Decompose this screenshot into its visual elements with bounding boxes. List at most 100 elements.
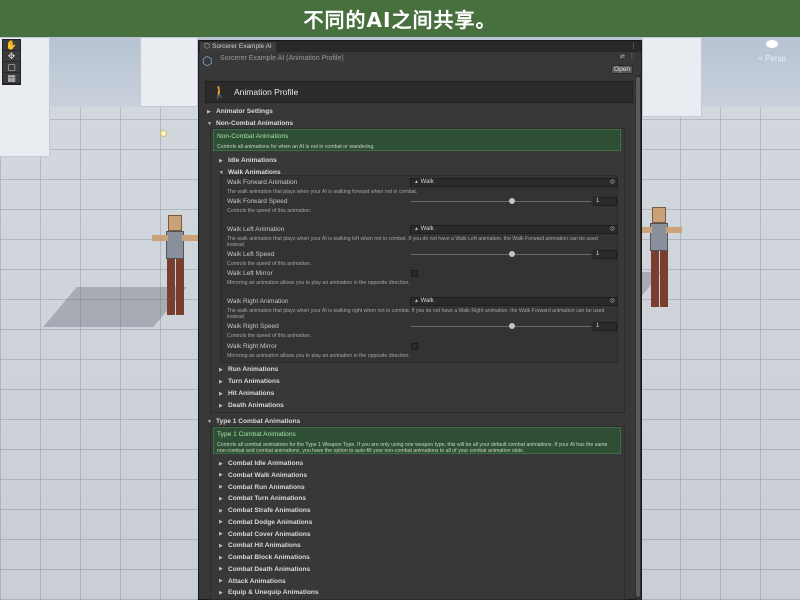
walk-left-animation-field[interactable]: ▲ Walk ◎ <box>410 225 618 234</box>
animation-clip-icon: ▲ <box>414 179 419 185</box>
foldout-combat-item[interactable]: ▶ Combat Block Animations <box>219 554 310 561</box>
foldout-hit[interactable]: ▶ Hit Animations <box>219 390 274 397</box>
walk-left-speed-input[interactable]: 1 <box>593 250 617 259</box>
chevron-right-icon: ▶ <box>219 157 223 164</box>
chevron-right-icon: ▶ <box>219 578 223 584</box>
foldout-non-combat[interactable]: ▼ Non-Combat Animations <box>207 120 293 127</box>
grid-tool-icon[interactable]: ▦ <box>3 73 20 84</box>
tab-label: Sorcerer Example AI <box>212 43 272 50</box>
walk-animations-box: Walk Forward Animation ▲ Walk ◎ The walk… <box>220 175 618 363</box>
info-box-title: Type 1 Combat Animations <box>217 431 296 438</box>
settings-icon[interactable]: ⇄ <box>620 53 625 60</box>
walk-right-mirror-checkbox[interactable] <box>411 343 418 350</box>
foldout-combat-item[interactable]: ▶ Combat Strafe Animations <box>219 507 311 514</box>
tab-bar: ⬡ Sorcerer Example AI <box>199 41 641 52</box>
field-label: Walk Left Mirror <box>227 270 273 277</box>
profile-header: 🚶 Animation Profile <box>205 81 633 103</box>
slider-handle[interactable] <box>509 251 515 257</box>
chevron-right-icon: ▶ <box>219 554 223 561</box>
walk-forward-speed-row: Walk Forward Speed 1 <box>227 197 617 206</box>
walking-person-icon: 🚶 <box>212 85 227 99</box>
chevron-right-icon: ▶ <box>219 484 223 490</box>
walk-right-animation-field[interactable]: ▲ Walk ◎ <box>410 297 618 306</box>
light-icon[interactable] <box>160 130 167 137</box>
walk-right-speed-input[interactable]: 1 <box>593 322 617 331</box>
scrollbar[interactable] <box>635 75 641 600</box>
animation-clip-icon: ▲ <box>414 298 419 304</box>
foldout-death[interactable]: ▶ Death Animations <box>219 402 284 409</box>
animation-clip-icon: ▲ <box>414 226 419 232</box>
foldout-run[interactable]: ▶ Run Animations <box>219 366 278 373</box>
info-box-desc: Controls all combat animations for the T… <box>217 442 608 454</box>
walk-forward-row: Walk Forward Animation ▲ Walk ◎ <box>227 178 618 187</box>
move-tool-icon[interactable]: ✥ <box>3 51 20 62</box>
foldout-combat-item[interactable]: ▶ Combat Run Animations <box>219 484 305 491</box>
foldout-combat-item[interactable]: ▶ Combat Dodge Animations <box>219 519 312 526</box>
walk-right-speed-row: Walk Right Speed 1 <box>227 322 617 331</box>
character-right[interactable] <box>636 207 682 317</box>
field-description: The walk animation that plays when your … <box>227 236 598 248</box>
scriptable-object-icon: ⬡ <box>202 54 213 68</box>
chevron-right-icon: ▶ <box>219 566 223 573</box>
walk-forward-speed-slider[interactable] <box>411 198 591 204</box>
field-label: Walk Forward Animation <box>227 179 298 186</box>
scene-gizmo-icon[interactable] <box>766 40 778 48</box>
character-left[interactable] <box>152 215 198 325</box>
walk-right-row: Walk Right Animation ▲ Walk ◎ <box>227 297 618 306</box>
foldout-combat-item[interactable]: ▶ Combat Walk Animations <box>219 472 307 479</box>
chevron-right-icon: ▶ <box>219 460 223 467</box>
foldout-combat-item[interactable]: ▶ Combat Hit Animations <box>219 542 301 549</box>
field-description: Mirroring an animation allows you to pla… <box>227 353 410 359</box>
window-menu-icon[interactable]: ⋮ <box>630 42 637 50</box>
walk-left-speed-row: Walk Left Speed 1 <box>227 250 617 259</box>
profile-title: Animation Profile <box>234 87 299 97</box>
slider-handle[interactable] <box>509 323 515 329</box>
foldout-combat-item[interactable]: ▶ Combat Idle Animations <box>219 460 303 467</box>
foldout-combat-item[interactable]: ▶ Combat Cover Animations <box>219 531 311 538</box>
field-label: Walk Forward Speed <box>227 198 288 205</box>
foldout-type1-combat[interactable]: ▼ Type 1 Combat Animations <box>207 418 300 425</box>
chevron-right-icon: ▶ <box>219 495 223 502</box>
chevron-down-icon: ▼ <box>207 418 212 425</box>
chevron-right-icon: ▶ <box>219 378 223 385</box>
chevron-right-icon: ▶ <box>219 472 223 479</box>
scene-toolbar: ✋ ✥ ▢ ▦ <box>2 39 21 85</box>
type1-info-box: Type 1 Combat Animations Controls all co… <box>213 427 621 454</box>
foldout-combat-item[interactable]: ▶ Combat Death Animations <box>219 566 310 573</box>
open-button[interactable]: Open <box>611 65 633 74</box>
walk-left-mirror-checkbox[interactable] <box>411 270 418 277</box>
slider-handle[interactable] <box>509 198 515 204</box>
field-description: Controls the speed of this animation. <box>227 208 312 214</box>
walk-forward-animation-field[interactable]: ▲ Walk ◎ <box>410 178 618 187</box>
foldout-animator-settings[interactable]: ▶ Animator Settings <box>207 108 273 115</box>
scrollbar-thumb[interactable] <box>636 77 640 597</box>
walk-left-speed-slider[interactable] <box>411 251 591 257</box>
asset-header: ⬡ Sorcerer Example AI (Animation Profile… <box>199 52 641 74</box>
info-box-title: Non-Combat Animations <box>217 133 289 140</box>
perspective-label[interactable]: < Persp <box>758 54 786 63</box>
asset-title: Sorcerer Example AI (Animation Profile) <box>220 55 344 62</box>
object-picker-icon[interactable]: ◎ <box>610 226 615 233</box>
chevron-right-icon: ▶ <box>219 390 223 397</box>
walk-right-mirror-row: Walk Right Mirror <box>227 342 617 351</box>
caption-text: 不同的AI之间共享。 <box>303 8 497 32</box>
hand-tool-icon[interactable]: ✋ <box>3 40 20 51</box>
foldout-combat-item[interactable]: ▶ Equip & Unequip Animations <box>219 589 319 596</box>
foldout-combat-item[interactable]: ▶ Combat Turn Animations <box>219 495 306 502</box>
info-box-desc: Controls all animations for when an AI i… <box>217 144 375 150</box>
object-picker-icon[interactable]: ◎ <box>610 298 615 305</box>
walk-right-speed-slider[interactable] <box>411 323 591 329</box>
field-label: Walk Right Mirror <box>227 343 277 350</box>
chevron-right-icon: ▶ <box>219 402 223 409</box>
foldout-turn[interactable]: ▶ Turn Animations <box>219 378 280 385</box>
more-icon[interactable]: ⋮ <box>629 53 635 60</box>
foldout-idle[interactable]: ▶ Idle Animations <box>219 157 277 164</box>
object-picker-icon[interactable]: ◎ <box>610 179 615 186</box>
walk-forward-speed-input[interactable]: 1 <box>593 197 617 206</box>
foldout-combat-item[interactable]: ▶ Attack Animations <box>219 578 286 585</box>
rect-tool-icon[interactable]: ▢ <box>3 62 20 73</box>
chevron-down-icon: ▼ <box>207 120 212 127</box>
tab-inspector[interactable]: ⬡ Sorcerer Example AI <box>200 42 276 52</box>
walk-left-row: Walk Left Animation ▲ Walk ◎ <box>227 225 618 234</box>
non-combat-info-box: Non-Combat Animations Controls all anima… <box>213 129 621 151</box>
